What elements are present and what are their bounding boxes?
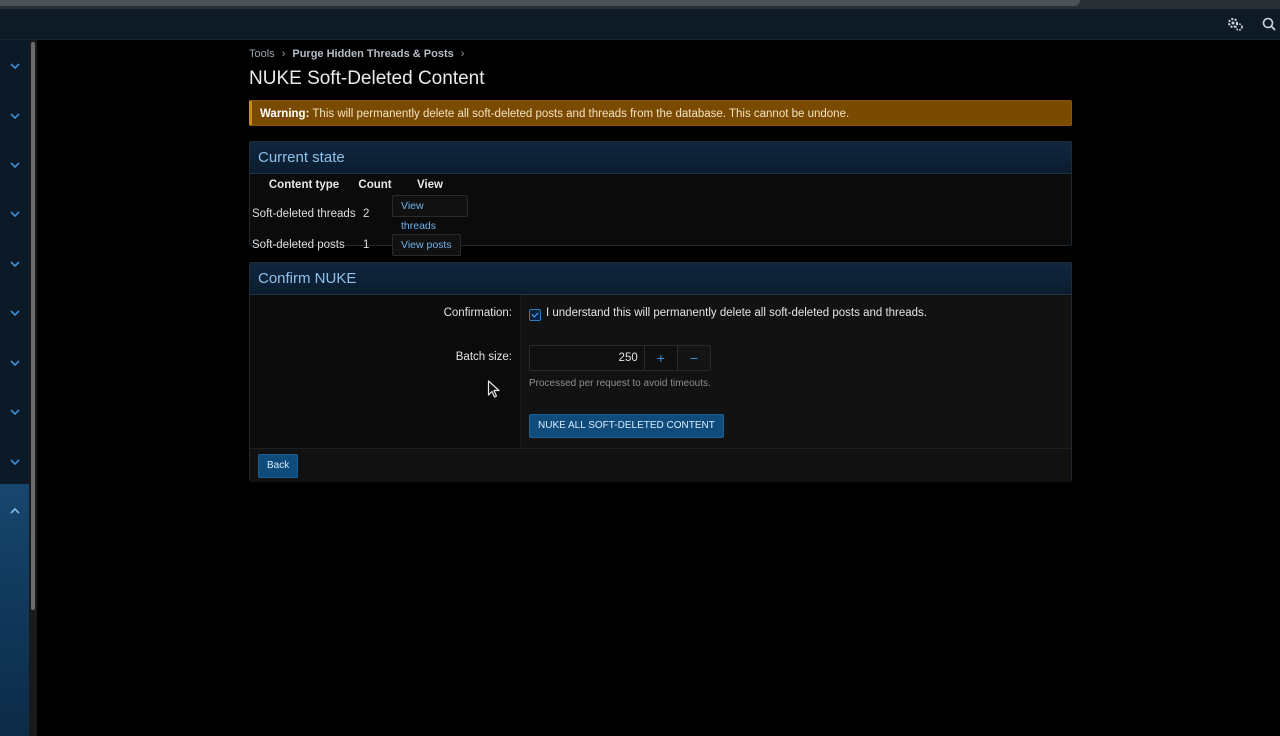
settings-cogs-icon[interactable] <box>1226 15 1244 33</box>
admin-sidebar <box>0 40 29 736</box>
confirmation-checkbox-label[interactable]: I understand this will permanently delet… <box>546 307 927 319</box>
top-navbar <box>0 9 1280 40</box>
batch-size-stepper: 250 + − <box>529 345 711 371</box>
page-scrollbar[interactable] <box>29 40 37 736</box>
confirmation-checkbox[interactable] <box>529 309 541 321</box>
table-row: Soft-deleted posts 1 View posts <box>250 232 468 258</box>
table-row: Soft-deleted threads 2 View threads <box>250 195 468 232</box>
increment-button[interactable]: + <box>645 346 677 370</box>
sidebar-toggle-10[interactable] <box>0 497 29 521</box>
batch-size-label: Batch size: <box>455 351 512 363</box>
form-footer: Back <box>250 448 1071 482</box>
sidebar-toggle-6[interactable] <box>0 299 29 323</box>
page-title: NUKE Soft-Deleted Content <box>249 68 485 89</box>
col-view: View <box>417 179 443 191</box>
breadcrumb-separator: › <box>460 48 465 60</box>
current-state-title: Current state <box>250 142 1071 174</box>
form-input-column: I understand this will permanently delet… <box>521 295 1071 448</box>
breadcrumb-tools[interactable]: Tools <box>249 48 275 60</box>
chevron-down-icon <box>9 107 20 122</box>
nuke-submit-button[interactable]: NUKE ALL SOFT-DELETED CONTENT <box>529 414 724 438</box>
chevron-down-icon <box>9 255 20 270</box>
search-icon[interactable] <box>1260 15 1278 33</box>
warning-text: This will permanently delete all soft-de… <box>309 108 850 120</box>
state-table: Content type Count View Soft-deleted thr… <box>250 175 468 258</box>
warning-label: Warning: <box>260 108 310 120</box>
sidebar-toggle-5[interactable] <box>0 250 29 274</box>
sidebar-toggle-3[interactable] <box>0 151 29 175</box>
mouse-cursor-icon <box>487 380 503 398</box>
table-header-row: Content type Count View <box>250 175 468 195</box>
row-type: Soft-deleted threads <box>252 207 356 220</box>
back-button[interactable]: Back <box>258 454 299 478</box>
confirm-nuke-title: Confirm NUKE <box>250 263 1071 295</box>
sidebar-toggle-8[interactable] <box>0 398 29 422</box>
scrollbar-thumb[interactable] <box>31 42 35 610</box>
breadcrumb: Tools › Purge Hidden Threads & Posts › <box>249 44 1072 64</box>
confirm-nuke-block: Confirm NUKE Confirmation: Batch size: I… <box>249 262 1072 482</box>
chevron-down-icon <box>9 156 20 171</box>
row-type: Soft-deleted posts <box>252 239 345 251</box>
chevron-down-icon <box>9 354 20 369</box>
batch-size-hint: Processed per request to avoid timeouts. <box>529 378 711 389</box>
chevron-down-icon <box>9 403 20 418</box>
col-count: Count <box>358 179 392 191</box>
form-label-column: Confirmation: Batch size: <box>250 295 521 448</box>
chevron-down-icon <box>9 57 20 72</box>
sidebar-toggle-9[interactable] <box>0 448 29 472</box>
decrement-button[interactable]: − <box>676 346 710 370</box>
sidebar-toggle-4[interactable] <box>0 200 29 224</box>
breadcrumb-purge-hidden[interactable]: Purge Hidden Threads & Posts <box>292 48 453 60</box>
chevron-down-icon <box>9 205 20 220</box>
view-threads-button[interactable]: View threads <box>392 195 468 232</box>
sidebar-toggle-7[interactable] <box>0 349 29 373</box>
warning-banner: Warning: This will permanently delete al… <box>249 100 1072 126</box>
confirmation-label: Confirmation: <box>443 307 512 319</box>
row-count: 1 <box>363 239 370 251</box>
chevron-down-icon <box>9 453 20 468</box>
current-state-block: Current state Content type Count View So… <box>249 141 1072 256</box>
batch-size-input[interactable]: 250 <box>530 346 645 370</box>
sidebar-toggle-2[interactable] <box>0 102 29 126</box>
chevron-up-icon <box>9 502 20 517</box>
sidebar-toggle-1[interactable] <box>0 52 29 76</box>
browser-tab-strip <box>0 0 1280 9</box>
breadcrumb-separator: › <box>281 48 286 60</box>
chevron-down-icon <box>9 304 20 319</box>
main-content: Tools › Purge Hidden Threads & Posts › NUKE… <box>249 44 1072 482</box>
browser-tab-bar <box>0 0 1080 6</box>
col-content-type: Content type <box>268 179 340 191</box>
view-posts-button[interactable]: View posts <box>392 234 461 256</box>
row-count: 2 <box>363 207 370 220</box>
sidebar-active-section <box>0 484 29 736</box>
